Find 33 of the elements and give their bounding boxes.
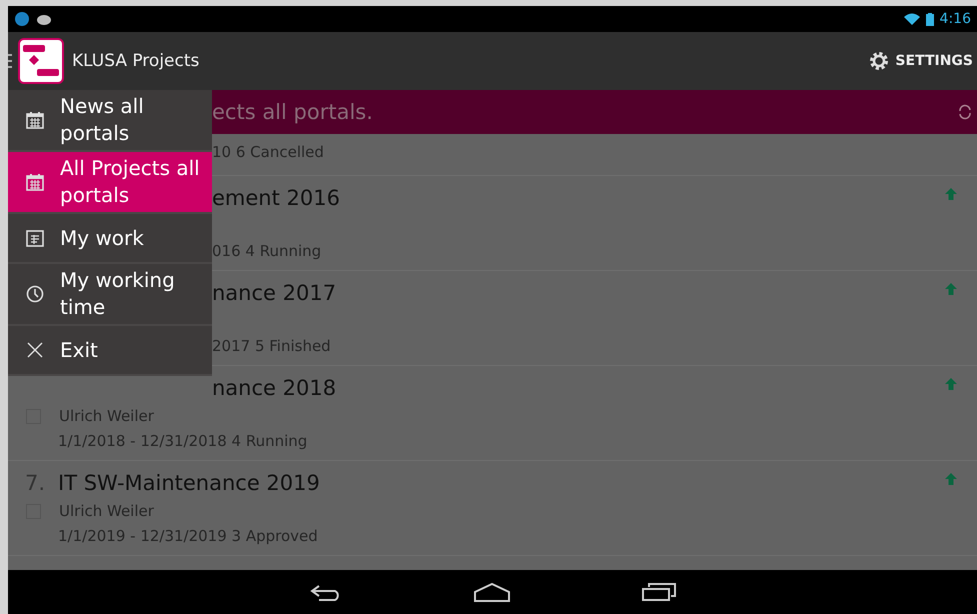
project-owner: Ulrich Weiler <box>59 407 154 425</box>
project-dates-status: 2017 5 Finished <box>212 337 331 355</box>
project-title: ement 2016 <box>212 186 340 210</box>
calendar-icon <box>26 173 44 191</box>
refresh-icon[interactable] <box>957 104 973 120</box>
project-title: nance 2018 <box>212 376 336 400</box>
close-icon <box>26 341 44 359</box>
app-logo-icon[interactable] <box>18 38 64 84</box>
drawer-item[interactable]: Exit <box>8 326 212 376</box>
calendar-icon <box>26 111 44 129</box>
settings-icon <box>869 51 890 71</box>
banner-text: ects all portals. <box>212 100 373 124</box>
project-title: nance 2017 <box>212 281 336 305</box>
drawer-item[interactable]: My work <box>8 214 212 264</box>
project-dates-status: 10 6 Cancelled <box>212 143 324 161</box>
clock-icon <box>26 285 44 303</box>
project-title: IT SW-Maintenance 2019 <box>58 471 320 495</box>
wifi-icon <box>904 13 920 25</box>
recent-apps-icon[interactable] <box>640 582 676 602</box>
project-dates-status: 1/1/2018 - 12/31/2018 4 Running <box>58 432 308 450</box>
drawer-item[interactable]: All Projects all portals <box>8 152 212 214</box>
settings-button[interactable]: SETTINGS <box>863 51 977 71</box>
drawer-item[interactable]: My working time <box>8 264 212 326</box>
app-title: KLUSA Projects <box>72 51 200 71</box>
home-icon[interactable] <box>472 582 510 602</box>
clock-time: 4:16 <box>940 11 971 27</box>
battery-icon <box>926 12 934 26</box>
project-dates-status: 016 4 Running <box>212 242 322 260</box>
project-dates-status: 1/1/2019 - 12/31/2019 3 Approved <box>58 527 318 545</box>
calendar-icon <box>26 229 44 247</box>
app-notification-icon <box>14 11 30 27</box>
drawer-indicator-icon[interactable] <box>8 54 12 68</box>
project-owner: Ulrich Weiler <box>59 502 154 520</box>
